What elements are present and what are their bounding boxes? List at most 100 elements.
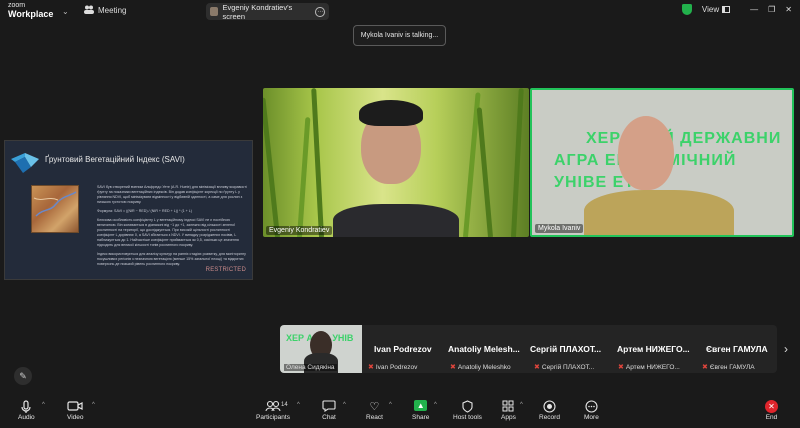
filmstrip-participant[interactable]: Anatoliy Melesh... ✖ Anatoliy Meleshko	[446, 325, 530, 373]
share-arrow-icon: ▲	[414, 400, 428, 411]
zoom-logo: zoom Workplace	[8, 2, 53, 19]
host-shield-icon	[462, 400, 473, 414]
chevron-up-icon[interactable]: ^	[343, 402, 346, 408]
chevron-up-icon[interactable]: ^	[520, 402, 523, 408]
chevron-up-icon[interactable]: ^	[42, 402, 45, 408]
filmstrip-participant[interactable]: Артем НИЖЕГО... ✖ Артем НИЖЕГО...	[614, 325, 698, 373]
minimize-icon[interactable]: —	[750, 5, 758, 14]
close-icon[interactable]: ✕	[785, 5, 792, 14]
slide-title: Ґрунтовий Вегетаційний Індекс (SAVI)	[45, 155, 185, 164]
grass-blade	[511, 88, 524, 237]
more-dots-icon	[585, 400, 598, 414]
participants-filmstrip: ХЕР АГРА УНІВ Олена Сидякіна Ivan Podrez…	[280, 325, 777, 373]
audio-button[interactable]: Audio	[18, 400, 35, 421]
mic-muted-icon: ✖	[368, 364, 374, 371]
chat-bubble-icon	[322, 400, 336, 414]
name-label: Євген ГАМУЛА	[709, 363, 755, 371]
end-call-icon: ✕	[765, 400, 778, 413]
mic-muted-icon: ✖	[534, 364, 540, 371]
record-icon	[543, 400, 556, 414]
restricted-label: RESTRICTED	[205, 267, 246, 273]
participant-display-name: Сергій ПЛАХОТ...	[530, 344, 602, 354]
apps-grid-icon	[502, 400, 514, 414]
slide-paragraph: SAVI був створений вченим Альфредо Уете …	[97, 185, 247, 204]
filmstrip-participant[interactable]: Євген ГАМУЛА ✖ Євген ГАМУЛА	[698, 325, 777, 373]
chat-label: Chat	[322, 414, 336, 421]
end-meeting-button[interactable]: ✕ End	[765, 400, 778, 421]
video-tile-mykola[interactable]: ХЕР ЬКИЙ ДЕРЖАВНИ АГРА ЕКОНОМІЧНИЙ УНІВЕ…	[530, 88, 794, 237]
participant-display-name: Anatoliy Melesh...	[448, 344, 520, 354]
participants-count-badge: 14	[281, 402, 288, 408]
avatar	[210, 7, 219, 16]
mic-muted-icon: ✖	[702, 364, 708, 371]
participants-label: Participants	[256, 414, 290, 421]
end-label: End	[765, 414, 778, 421]
share-screen-button[interactable]: ▲ Share	[412, 400, 429, 421]
annotate-pencil-icon[interactable]: ✎	[14, 367, 32, 385]
chevron-up-icon[interactable]: ^	[434, 402, 437, 408]
participant-name: Evgeniy Kondratiev	[266, 226, 333, 235]
name-label: Сергій ПЛАХОТ...	[541, 363, 595, 371]
person-body	[333, 204, 459, 237]
grass-blade	[311, 88, 324, 237]
video-label: Video	[67, 414, 84, 421]
video-button[interactable]: Video	[67, 400, 84, 421]
chevron-up-icon[interactable]: ^	[389, 402, 392, 408]
microphone-icon	[21, 400, 31, 414]
meeting-info-button[interactable]: Meeting	[84, 5, 126, 16]
slide-logo-icon	[11, 153, 39, 175]
record-button[interactable]: Record	[539, 400, 560, 421]
more-label: More	[584, 414, 599, 421]
grass-blade	[263, 97, 280, 237]
participant-display-name: Євген ГАМУЛА	[706, 344, 768, 354]
chevron-down-icon[interactable]: ⌄	[62, 7, 69, 16]
filmstrip-participant[interactable]: Сергій ПЛАХОТ... ✖ Сергій ПЛАХОТ...	[530, 325, 614, 373]
audio-label: Audio	[18, 414, 35, 421]
apps-button[interactable]: Apps	[501, 400, 516, 421]
filmstrip-video-tile[interactable]: ХЕР АГРА УНІВ Олена Сидякіна	[280, 325, 362, 373]
chevron-up-icon[interactable]: ^	[92, 402, 95, 408]
name-label: Anatoliy Meleshko	[457, 363, 511, 371]
screen-share-indicator[interactable]: Evgeniy Kondratiev's screen ···	[206, 2, 329, 21]
record-label: Record	[539, 414, 560, 421]
video-camera-icon	[67, 400, 83, 414]
react-label: React	[366, 414, 383, 421]
share-label: Share	[412, 414, 430, 421]
share-label: Evgeniy Kondratiev's screen	[222, 2, 293, 21]
chat-button[interactable]: Chat	[322, 400, 336, 421]
react-button[interactable]: ♡ React	[366, 400, 383, 421]
meeting-label: Meeting	[98, 6, 127, 15]
mic-muted-icon: ✖	[450, 364, 456, 371]
background-sign: ХЕР ЬКИЙ ДЕРЖАВНИ	[586, 130, 782, 147]
chevron-right-icon[interactable]: ›	[784, 342, 788, 356]
more-options-icon[interactable]: ···	[315, 6, 326, 17]
name-label: Артем НИЖЕГО...	[625, 363, 680, 371]
slide-paragraph: Ключова особливість коефіцієнту L у веге…	[97, 218, 239, 247]
slide-body: SAVI був створений вченим Альфредо Уете …	[97, 185, 247, 271]
slide-paragraph: Індекс використовується для аналізу куль…	[97, 252, 246, 266]
shared-screen[interactable]: Ґрунтовий Вегетаційний Індекс (SAVI) SAV…	[4, 140, 253, 280]
more-button[interactable]: More	[584, 400, 599, 421]
host-tools-label: Host tools	[453, 414, 482, 421]
participant-name: Олена Сидякіна	[284, 364, 337, 371]
chevron-up-icon[interactable]: ^	[297, 402, 300, 408]
host-tools-button[interactable]: Host tools	[453, 400, 482, 421]
view-label: View	[701, 5, 720, 14]
zoom-meeting-window: zoom Workplace ⌄ Meeting Evgeniy Kondrat…	[0, 0, 800, 428]
encryption-shield-icon[interactable]	[681, 4, 692, 15]
filmstrip-participant[interactable]: Ivan Podrezov ✖ Ivan Podrezov	[364, 325, 446, 373]
name-label: Ivan Podrezov	[375, 363, 418, 371]
grass-blade	[476, 107, 493, 237]
top-bar: zoom Workplace ⌄ Meeting Evgeniy Kondrat…	[0, 0, 800, 24]
video-tile-evgeniy[interactable]: Evgeniy Kondratiev	[263, 88, 529, 237]
restore-icon[interactable]: ❐	[768, 5, 775, 14]
grass-blade	[297, 117, 311, 237]
view-button[interactable]: View	[701, 5, 731, 14]
person-hair	[359, 100, 423, 126]
person-head	[618, 116, 674, 190]
logo-line1: zoom	[8, 2, 26, 9]
participant-name: Mykola Ivaniv	[535, 224, 584, 233]
soil-map-image	[31, 185, 79, 233]
people-icon	[84, 5, 94, 16]
active-speaker-indicator: Mykola Ivaniv is talking...	[353, 25, 446, 46]
